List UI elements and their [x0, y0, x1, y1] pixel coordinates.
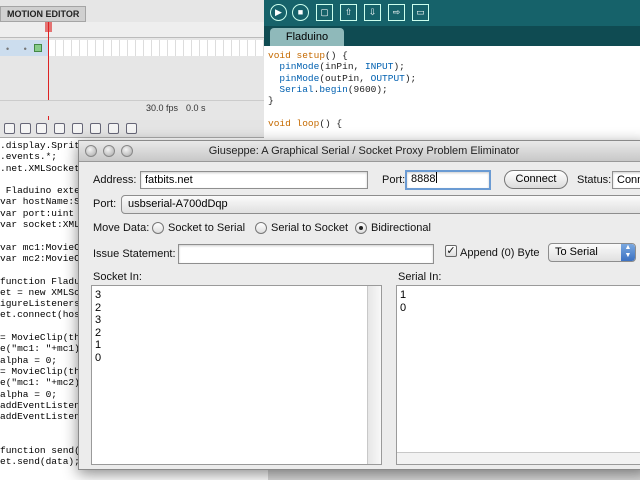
fps-readout[interactable]: 30.0 fps — [146, 103, 178, 113]
serial-in-line: 1 — [400, 289, 407, 301]
socket-in-scrollbar[interactable] — [367, 286, 381, 464]
run-icon[interactable]: ▶ — [270, 4, 287, 21]
socket-in-line: 3 — [95, 289, 102, 301]
time-readout: 0.0 s — [186, 103, 206, 113]
append-checkbox[interactable]: ✓ — [445, 245, 457, 257]
socket-in-line: 0 — [95, 351, 102, 364]
socket-in-lines: 323210 — [95, 289, 101, 364]
find-icon[interactable] — [20, 123, 31, 134]
socket-in-line: 2 — [95, 326, 102, 339]
arduino-tabbar: Fladuino — [264, 26, 640, 46]
timeline-ruler[interactable] — [0, 22, 268, 38]
arduino-code[interactable]: void setup() { pinMode(inPin, INPUT); pi… — [268, 50, 445, 152]
issue-statement-input[interactable] — [178, 244, 434, 264]
dialog-titlebar[interactable]: Giuseppe: A Graphical Serial / Socket Pr… — [79, 141, 640, 162]
status-field: Conn — [612, 171, 640, 189]
socket-in-area[interactable]: 323210 — [91, 285, 382, 465]
connect-button[interactable]: Connect — [504, 170, 568, 189]
radio-bidirectional[interactable] — [355, 222, 367, 234]
status-label: Status: — [577, 174, 612, 186]
save-icon[interactable]: ⇩ — [364, 4, 381, 21]
motion-editor-tab[interactable]: MOTION EDITOR — [0, 6, 87, 22]
code-line: Serial.begin(9600); — [279, 83, 388, 95]
timeline-frames[interactable] — [48, 40, 268, 56]
radio-socket-to-serial[interactable] — [152, 222, 164, 234]
code-line: } — [268, 95, 274, 107]
code-line: pinMode(outPin, OUTPUT); — [279, 72, 417, 84]
code-hint-icon[interactable] — [90, 123, 101, 134]
open-icon[interactable]: ⇧ — [340, 4, 357, 21]
target-icon[interactable] — [36, 123, 47, 134]
dialog-title: Giuseppe: A Graphical Serial / Socket Pr… — [208, 145, 520, 157]
format-icon[interactable] — [72, 123, 83, 134]
collapse-icon[interactable] — [126, 123, 137, 134]
append-label[interactable]: Append (0) Byte — [460, 247, 540, 259]
code-line: void loop() { — [268, 117, 343, 129]
serial-in-area[interactable]: 10 — [396, 285, 640, 465]
check-syntax-icon[interactable] — [54, 123, 65, 134]
port-value: 8888 — [411, 173, 436, 185]
address-label: Address: — [93, 174, 137, 186]
serial-in-line: 0 — [400, 301, 407, 314]
move-data-label: Move Data: — [93, 222, 150, 234]
layer-toggle-dots[interactable]: • • — [6, 44, 33, 54]
keyframe-icon[interactable] — [34, 44, 42, 52]
tab-fladuino[interactable]: Fladuino — [270, 28, 344, 46]
serial-in-hscrollbar[interactable] — [397, 452, 640, 464]
direction-value: To Serial — [555, 246, 598, 258]
address-input[interactable]: fatbits.net — [140, 171, 368, 189]
arduino-window: ▶ ■ ▢ ⇧ ⇩ ⇨ ▭ Fladuino void setup() { pi… — [264, 0, 640, 151]
add-script-icon[interactable] — [4, 123, 15, 134]
chevron-updown-icon: ▲ ▼ — [621, 244, 635, 261]
proxy-dialog: Giuseppe: A Graphical Serial / Socket Pr… — [78, 140, 640, 470]
port-label: Port: — [382, 174, 406, 186]
socket-in-line: 2 — [95, 301, 102, 314]
serial-in-lines: 10 — [400, 289, 406, 314]
socket-in-line: 3 — [95, 314, 102, 326]
bidirectional-label[interactable]: Bidirectional — [371, 222, 431, 234]
serial-port-select[interactable]: usbserial-A700dDqp — [121, 195, 640, 214]
port-input[interactable]: 8888 — [405, 170, 491, 190]
timeline-status-bar: 30.0 fps 0.0 s — [0, 100, 268, 116]
issue-statement-label: Issue Statement: — [93, 248, 176, 260]
serial-port-label: Port: — [93, 198, 117, 210]
desktop: MOTION EDITOR • • 30.0 fps 0.0 s .displa… — [0, 0, 640, 480]
socket-in-line: 1 — [95, 339, 102, 351]
upload-icon[interactable]: ⇨ — [388, 4, 405, 21]
socket-to-serial-label[interactable]: Socket to Serial — [168, 222, 245, 234]
debug-icon[interactable] — [108, 123, 119, 134]
text-caret — [436, 172, 438, 183]
code-line: void setup() { — [268, 50, 348, 61]
serial-port-value: usbserial-A700dDqp — [128, 198, 228, 210]
radio-serial-to-socket[interactable] — [255, 222, 267, 234]
motion-editor-panel: MOTION EDITOR • • 30.0 fps 0.0 s — [0, 0, 268, 120]
socket-in-label: Socket In: — [93, 271, 142, 283]
script-toolbar — [0, 120, 268, 138]
serial-to-socket-label[interactable]: Serial to Socket — [271, 222, 348, 234]
new-icon[interactable]: ▢ — [316, 4, 333, 21]
stop-icon[interactable]: ■ — [292, 4, 309, 21]
serial-in-label: Serial In: — [398, 271, 442, 283]
arduino-toolbar: ▶ ■ ▢ ⇧ ⇩ ⇨ ▭ — [264, 0, 640, 26]
serial-monitor-icon[interactable]: ▭ — [412, 4, 429, 21]
direction-select[interactable]: To Serial ▲ ▼ — [548, 243, 636, 262]
code-line: pinMode(inPin, INPUT); — [279, 61, 405, 73]
